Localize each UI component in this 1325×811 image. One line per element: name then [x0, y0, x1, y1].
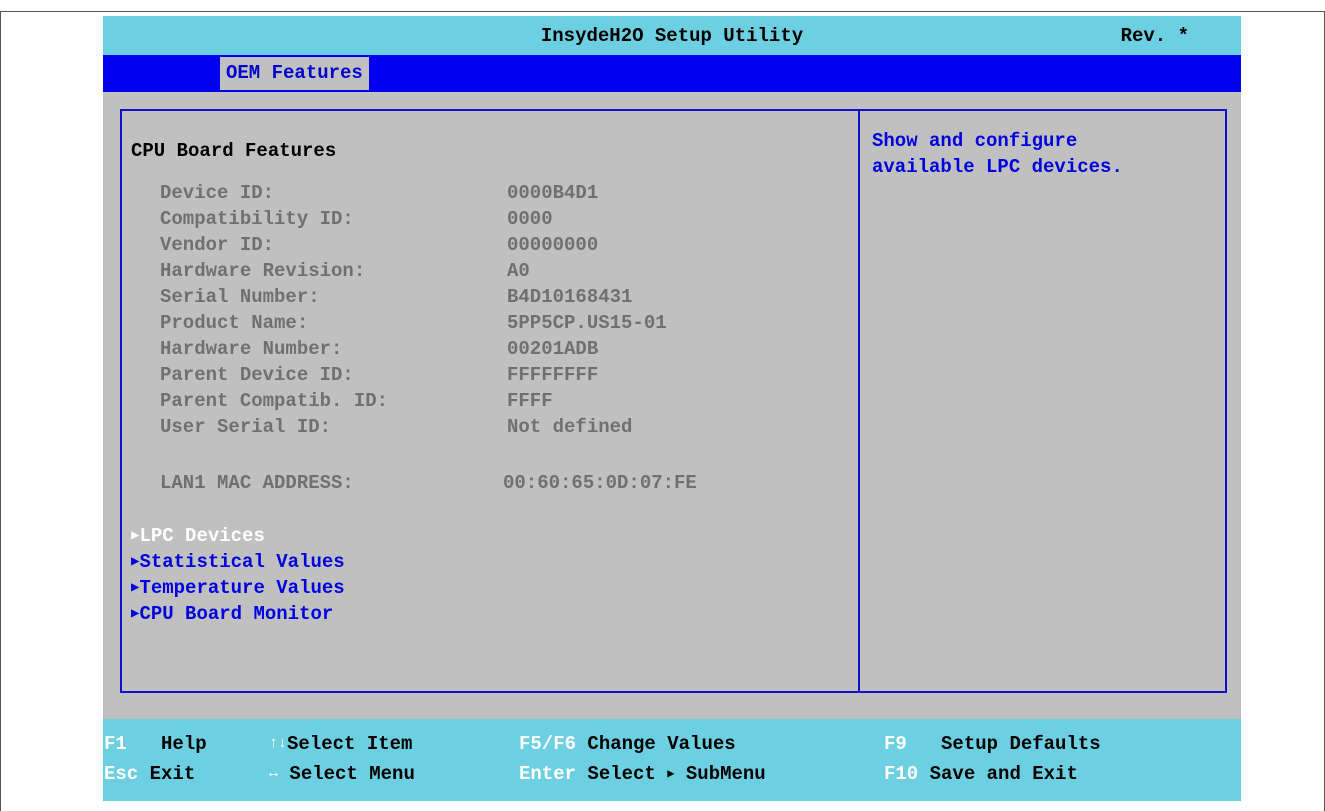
submenu-cpu-board-monitor[interactable]: ▶CPU Board Monitor: [131, 603, 333, 625]
key-label: Enter: [519, 763, 577, 785]
tab-oem-features[interactable]: OEM Features: [220, 57, 369, 90]
triangle-right-icon: ▶: [667, 767, 675, 781]
info-label: Vendor ID:: [160, 234, 275, 256]
key-f5-f6-change-values[interactable]: F5/F6 Change Values: [519, 733, 736, 755]
info-value: 00:60:65:0D:07:FE: [503, 472, 697, 494]
key-description: SubMenu: [685, 763, 766, 785]
submenu-lpc-devices[interactable]: ▶LPC Devices: [131, 525, 265, 547]
info-label: Device ID:: [160, 182, 275, 204]
key-esc-exit[interactable]: Esc Exit: [104, 763, 195, 785]
key-select-item[interactable]: ↑↓Select Item: [269, 733, 412, 755]
info-value: Not defined: [507, 416, 633, 438]
help-pane: Show and configure available LPC devices…: [858, 109, 1227, 693]
info-value: FFFFFFFF: [507, 364, 599, 386]
key-description: Help: [161, 733, 207, 755]
key-description: Save and Exit: [929, 763, 1078, 785]
key-label: F9: [884, 733, 907, 755]
key-description: Change Values: [587, 733, 736, 755]
info-value: 00201ADB: [507, 338, 599, 360]
info-value: 0000: [507, 208, 553, 230]
page-border-top: [0, 11, 1325, 12]
revision-label: Rev. *: [1120, 25, 1189, 47]
help-text: Show and configure available LPC devices…: [872, 130, 1123, 178]
key-description: Select: [587, 763, 656, 785]
key-enter-select-submenu[interactable]: Enter Select ▶ SubMenu: [519, 763, 766, 785]
info-value: B4D10168431: [507, 286, 633, 308]
key-label: F5/F6: [519, 733, 577, 755]
bios-screen: InsydeH2O Setup Utility Rev. * OEM Featu…: [103, 16, 1241, 801]
key-label: F10: [884, 763, 919, 785]
key-f1-help[interactable]: F1 Help: [104, 733, 207, 755]
key-select-menu[interactable]: ↔ Select Menu: [269, 763, 415, 785]
info-value: 0000B4D1: [507, 182, 599, 204]
section-title: CPU Board Features: [131, 140, 337, 162]
menu-bar: OEM Features: [103, 55, 1241, 92]
key-legend: F1 Help Esc Exit ↑↓Select Item ↔ Select …: [103, 719, 1241, 801]
info-value: 00000000: [507, 234, 599, 256]
info-label: Hardware Number:: [160, 338, 343, 360]
info-value: FFFF: [507, 390, 553, 412]
info-label: LAN1 MAC ADDRESS:: [160, 472, 354, 494]
submenu-temperature-values[interactable]: ▶Temperature Values: [131, 577, 345, 599]
info-label: Parent Device ID:: [160, 364, 354, 386]
key-description: Select Item: [287, 733, 413, 755]
submenu-label: CPU Board Monitor: [139, 603, 334, 625]
key-description: Exit: [149, 763, 196, 785]
left-right-arrow-icon: ↔: [269, 765, 279, 782]
key-label: F1: [104, 733, 127, 755]
submenu-statistical-values[interactable]: ▶Statistical Values: [131, 551, 345, 573]
key-description: Select Menu: [289, 763, 415, 785]
info-label: User Serial ID:: [160, 416, 332, 438]
info-label: Parent Compatib. ID:: [160, 390, 389, 412]
info-label: Hardware Revision:: [160, 260, 366, 282]
key-label: Esc: [104, 763, 139, 785]
key-description: Setup Defaults: [941, 733, 1101, 755]
info-value: A0: [507, 260, 530, 282]
up-down-arrows-icon: ↑↓: [269, 735, 288, 752]
app-title: InsydeH2O Setup Utility: [540, 25, 804, 47]
info-label: Compatibility ID:: [160, 208, 354, 230]
title-bar: InsydeH2O Setup Utility Rev. *: [103, 16, 1241, 55]
key-f9-setup-defaults[interactable]: F9 Setup Defaults: [884, 733, 1101, 755]
info-value: 5PP5CP.US15-01: [507, 312, 667, 334]
key-f10-save-and-exit[interactable]: F10 Save and Exit: [884, 763, 1078, 785]
page-border-left: [0, 11, 1, 811]
submenu-label: Temperature Values: [139, 577, 345, 599]
submenu-label: LPC Devices: [139, 525, 265, 547]
info-label: Product Name:: [160, 312, 309, 334]
submenu-label: Statistical Values: [139, 551, 345, 573]
info-label: Serial Number:: [160, 286, 320, 308]
